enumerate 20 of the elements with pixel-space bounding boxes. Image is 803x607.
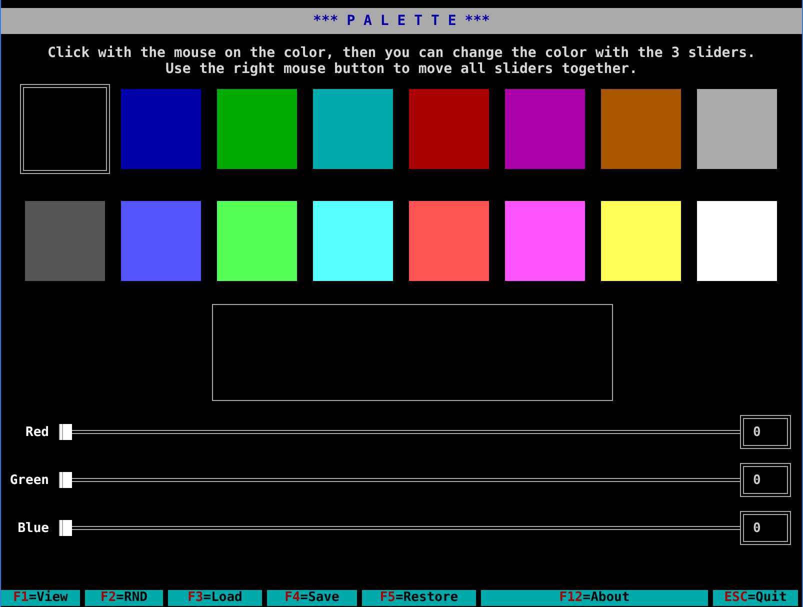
- instruction-text: Click with the mouse on the color, then you can change the color with the 3 sliders.: [47, 45, 756, 61]
- slider-label: Blue: [16, 520, 49, 536]
- function-key[interactable]: F1=View: [1, 590, 80, 606]
- value-field[interactable]: 0: [740, 415, 791, 449]
- function-key[interactable]: F3=Load: [168, 590, 262, 606]
- slider-label: Green: [8, 472, 49, 488]
- value-field[interactable]: 0: [740, 463, 791, 497]
- slider-label: Red: [24, 424, 49, 440]
- function-key[interactable]: F12=About: [481, 590, 708, 606]
- slider-thumb[interactable]: [59, 520, 72, 536]
- function-key[interactable]: F2=RND: [85, 590, 163, 606]
- function-key[interactable]: ESC=Quit: [713, 590, 798, 606]
- window-title: *** P A L E T T E ***: [312, 13, 490, 29]
- color-swatch[interactable]: [20, 84, 110, 174]
- slider-thumb[interactable]: [59, 424, 72, 440]
- function-key[interactable]: F5=Restore: [362, 590, 476, 606]
- value-field[interactable]: 0: [740, 511, 791, 545]
- slider-thumb[interactable]: [59, 472, 72, 488]
- instruction-text: Use the right mouse button to move all sliders together.: [165, 61, 638, 77]
- function-key[interactable]: F4=Save: [267, 590, 357, 606]
